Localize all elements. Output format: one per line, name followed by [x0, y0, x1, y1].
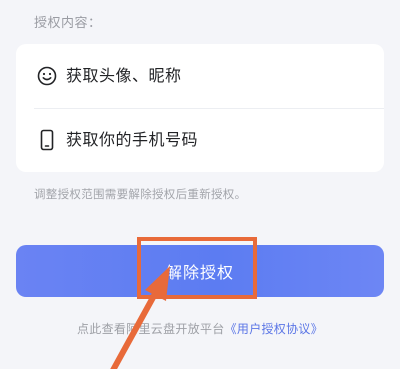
footer-agreement-text: 点此查看阿里云盘开放平台《用户授权协议》 — [0, 320, 400, 337]
section-label: 授权内容： — [34, 16, 102, 31]
permission-row-avatar-nickname: 获取头像、昵称 — [16, 44, 384, 108]
permission-card: 获取头像、昵称 获取你的手机号码 — [16, 44, 384, 172]
phone-icon — [36, 129, 58, 151]
user-agreement-link[interactable]: 《用户授权协议》 — [225, 322, 323, 336]
smiley-icon — [36, 65, 58, 87]
permission-label: 获取你的手机号码 — [66, 130, 199, 149]
permission-row-phone-number: 获取你的手机号码 — [16, 108, 384, 172]
revoke-button-label: 解除授权 — [165, 263, 234, 282]
permission-label: 获取头像、昵称 — [66, 66, 182, 85]
footer-prefix: 点此查看阿里云盘开放平台 — [76, 322, 225, 336]
revoke-authorization-button[interactable]: 解除授权 — [16, 245, 384, 297]
hint-text: 调整授权范围需要解除授权后重新授权。 — [34, 187, 247, 201]
